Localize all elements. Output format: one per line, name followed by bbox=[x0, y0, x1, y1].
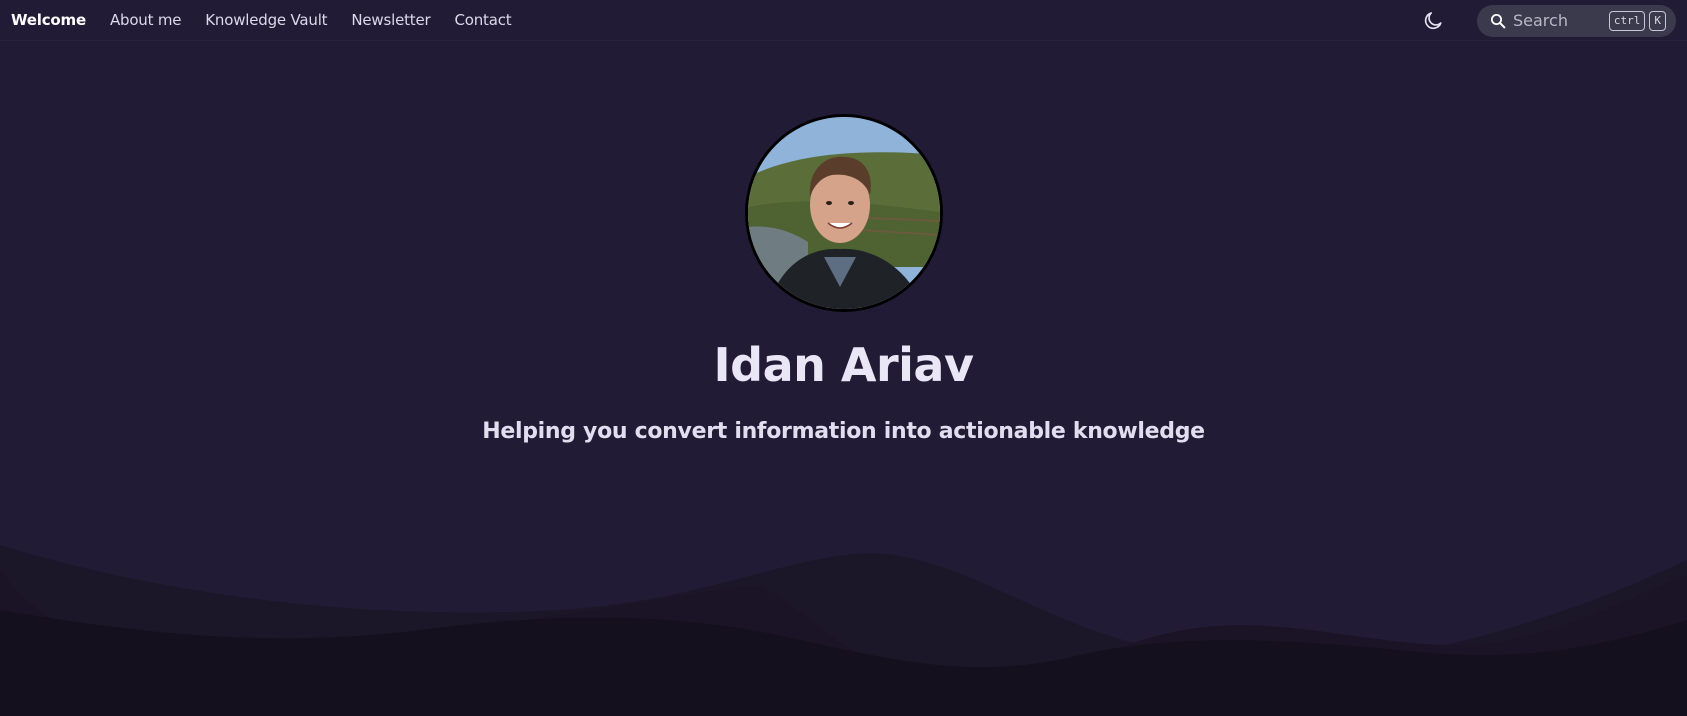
shortcut-key-k: K bbox=[1649, 10, 1666, 31]
nav-welcome[interactable]: Welcome bbox=[11, 11, 86, 29]
avatar bbox=[745, 114, 943, 312]
top-navbar: Welcome About me Knowledge Vault Newslet… bbox=[0, 0, 1687, 41]
moon-icon bbox=[1424, 11, 1442, 29]
nav-knowledge-vault[interactable]: Knowledge Vault bbox=[205, 11, 327, 29]
search-icon bbox=[1489, 12, 1507, 30]
search-placeholder: Search bbox=[1513, 11, 1568, 30]
nav-right: Search ctrl K bbox=[1420, 0, 1687, 41]
profile-photo bbox=[748, 117, 940, 309]
shortcut-key-ctrl: ctrl bbox=[1608, 10, 1646, 31]
nav-contact[interactable]: Contact bbox=[454, 11, 511, 29]
nav-links: Welcome About me Knowledge Vault Newslet… bbox=[11, 11, 535, 29]
nav-about-me[interactable]: About me bbox=[110, 11, 182, 29]
page-title: Idan Ariav bbox=[713, 338, 974, 392]
page: Welcome About me Knowledge Vault Newslet… bbox=[0, 0, 1687, 716]
theme-toggle-button[interactable] bbox=[1420, 8, 1446, 34]
search-input[interactable]: Search ctrl K bbox=[1477, 4, 1676, 37]
page-subtitle: Helping you convert information into act… bbox=[482, 419, 1205, 444]
nav-newsletter[interactable]: Newsletter bbox=[351, 11, 430, 29]
